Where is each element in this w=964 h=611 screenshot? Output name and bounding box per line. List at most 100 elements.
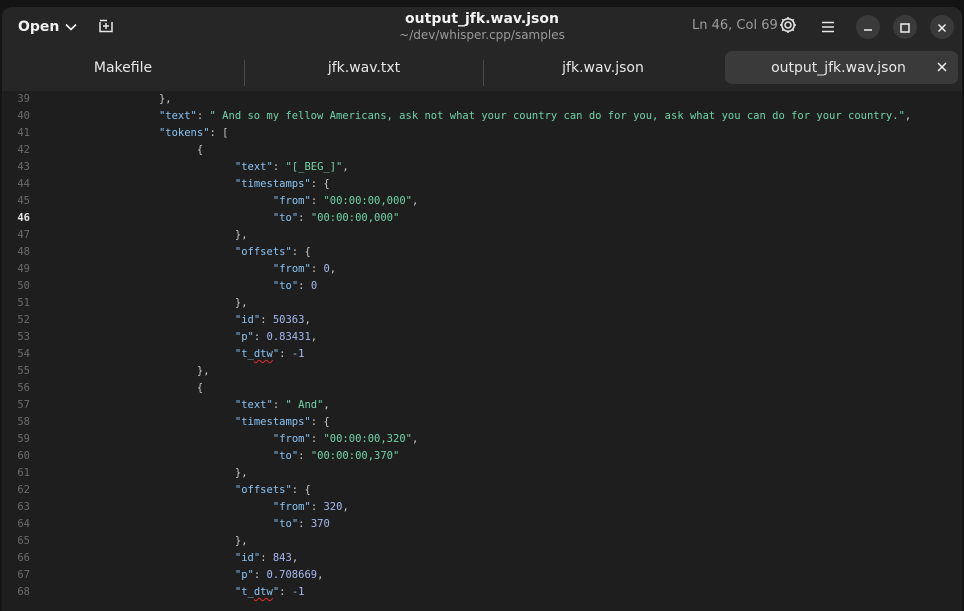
- code-token: ,: [411, 195, 419, 207]
- code-token: "text": [158, 110, 197, 122]
- tab-jfk-wav-txt[interactable]: jfk.wav.txt: [245, 51, 483, 84]
- code-line[interactable]: 59 "from": "00:00:00,320",: [2, 431, 962, 448]
- code-line[interactable]: 48 "offsets": {: [2, 244, 962, 261]
- code-text: {: [197, 380, 203, 397]
- maximize-button[interactable]: [893, 15, 917, 39]
- code-line[interactable]: 63 "from": 320,: [2, 499, 962, 516]
- code-line[interactable]: 57 "text": " And",: [2, 397, 962, 414]
- line-number: 64: [17, 518, 30, 530]
- tab-makefile[interactable]: Makefile: [2, 51, 244, 84]
- code-token: },: [234, 467, 248, 479]
- settings-icon: [779, 16, 797, 38]
- line-number: 49: [17, 263, 30, 275]
- code-line[interactable]: 43 "text": "[_BEG_]",: [2, 159, 962, 176]
- code-token: :: [272, 161, 286, 173]
- code-text: },: [235, 227, 248, 244]
- code-token: "00:00:00,320": [323, 433, 412, 445]
- line-number: 41: [17, 127, 30, 139]
- code-token: ,: [310, 331, 318, 343]
- code-line[interactable]: 68 "t_dtw": -1: [2, 584, 962, 601]
- minimize-button[interactable]: [856, 15, 880, 39]
- code-text: "id": 843,: [235, 550, 298, 567]
- code-text: "t_dtw": -1: [235, 346, 305, 363]
- code-line[interactable]: 54 "t_dtw": -1: [2, 346, 962, 363]
- code-token: :: [253, 331, 267, 343]
- code-line[interactable]: 58 "timestamps": {: [2, 414, 962, 431]
- tab-output-jfk-wav-json[interactable]: output_jfk.wav.json: [725, 51, 958, 84]
- line-number: 68: [17, 586, 30, 598]
- code-token: :: [298, 518, 311, 530]
- tab-label: jfk.wav.txt: [327, 59, 401, 76]
- open-button[interactable]: Open: [10, 13, 85, 40]
- code-line[interactable]: 47},: [2, 227, 962, 244]
- code-token: "00:00:00,000": [310, 212, 400, 224]
- line-number: 59: [17, 433, 30, 445]
- code-text: "text": " And",: [235, 397, 330, 414]
- code-line[interactable]: 61},: [2, 465, 962, 482]
- code-token: 0.83431: [266, 331, 311, 343]
- code-text: "p": 0.708669,: [235, 567, 324, 584]
- code-token: :: [310, 195, 324, 207]
- code-line[interactable]: 49 "from": 0,: [2, 261, 962, 278]
- code-text: "from": 0,: [273, 261, 336, 278]
- open-button-label: Open: [18, 18, 60, 35]
- code-token: "p": [234, 331, 254, 343]
- code-line[interactable]: 52 "id": 50363,: [2, 312, 962, 329]
- code-line[interactable]: 56 {: [2, 380, 962, 397]
- code-token: {: [196, 382, 204, 394]
- code-token: "timestamps": [234, 416, 311, 428]
- code-line[interactable]: 64 "to": 370: [2, 516, 962, 533]
- code-token: "offsets": [234, 246, 292, 258]
- code-token: "to": [272, 212, 299, 224]
- code-token: ,: [411, 433, 419, 445]
- tab-label: Makefile: [93, 59, 153, 76]
- close-icon: [937, 18, 947, 37]
- text-editor[interactable]: 39}, 40 "text": " And so my fellow America…: [2, 91, 962, 611]
- code-line[interactable]: 51},: [2, 295, 962, 312]
- code-line[interactable]: 46 "to": "00:00:00,000": [2, 210, 962, 227]
- line-number: 50: [17, 280, 30, 292]
- spelling-error-token: dtw: [253, 348, 273, 360]
- code-line[interactable]: 45 "from": "00:00:00,000",: [2, 193, 962, 210]
- code-text: },: [235, 465, 248, 482]
- cursor-position[interactable]: Ln 46, Col 69: [692, 18, 778, 33]
- code-line[interactable]: 67 "p": 0.708669,: [2, 567, 962, 584]
- code-token: ,: [342, 501, 349, 513]
- line-number: 62: [17, 484, 30, 496]
- window-close-button[interactable]: [930, 15, 954, 39]
- code-token: ,: [304, 314, 311, 326]
- code-line[interactable]: 39},: [2, 91, 962, 108]
- code-token: :: [279, 586, 292, 598]
- line-number: 56: [17, 382, 30, 394]
- main-menu-button[interactable]: [816, 15, 840, 39]
- tab-jfk-wav-json[interactable]: jfk.wav.json: [484, 51, 722, 84]
- code-text: "from": 320,: [273, 499, 349, 516]
- code-token: "00:00:00,370": [310, 450, 400, 462]
- code-line[interactable]: 53 "p": 0.83431,: [2, 329, 962, 346]
- line-number: 67: [17, 569, 30, 581]
- code-line[interactable]: 40 "text": " And so my fellow Americans, …: [2, 108, 962, 125]
- code-token: 50363: [272, 314, 305, 326]
- code-line[interactable]: 62 "offsets": {: [2, 482, 962, 499]
- code-token: " And so my fellow Americans, ask not wh…: [209, 110, 905, 122]
- tab-close-button[interactable]: [934, 60, 950, 76]
- code-line[interactable]: 55},: [2, 363, 962, 380]
- code-token: :: [272, 399, 286, 411]
- new-tab-button[interactable]: [94, 15, 118, 39]
- line-number: 57: [17, 399, 30, 411]
- code-token: "p": [234, 569, 254, 581]
- code-text: {: [197, 142, 203, 159]
- code-token: :: [260, 552, 273, 564]
- code-line[interactable]: 42 {: [2, 142, 962, 159]
- code-token: : [: [209, 127, 229, 139]
- code-text: "tokens": [: [159, 125, 229, 142]
- code-line[interactable]: 60 "to": "00:00:00,370": [2, 448, 962, 465]
- code-text: "offsets": {: [235, 482, 311, 499]
- code-line[interactable]: 66 "id": 843,: [2, 550, 962, 567]
- code-line[interactable]: 65},: [2, 533, 962, 550]
- settings-button[interactable]: [776, 15, 800, 39]
- code-line[interactable]: 50 "to": 0: [2, 278, 962, 295]
- code-token: :: [279, 348, 292, 360]
- code-line[interactable]: 41 "tokens": [: [2, 125, 962, 142]
- code-line[interactable]: 44 "timestamps": {: [2, 176, 962, 193]
